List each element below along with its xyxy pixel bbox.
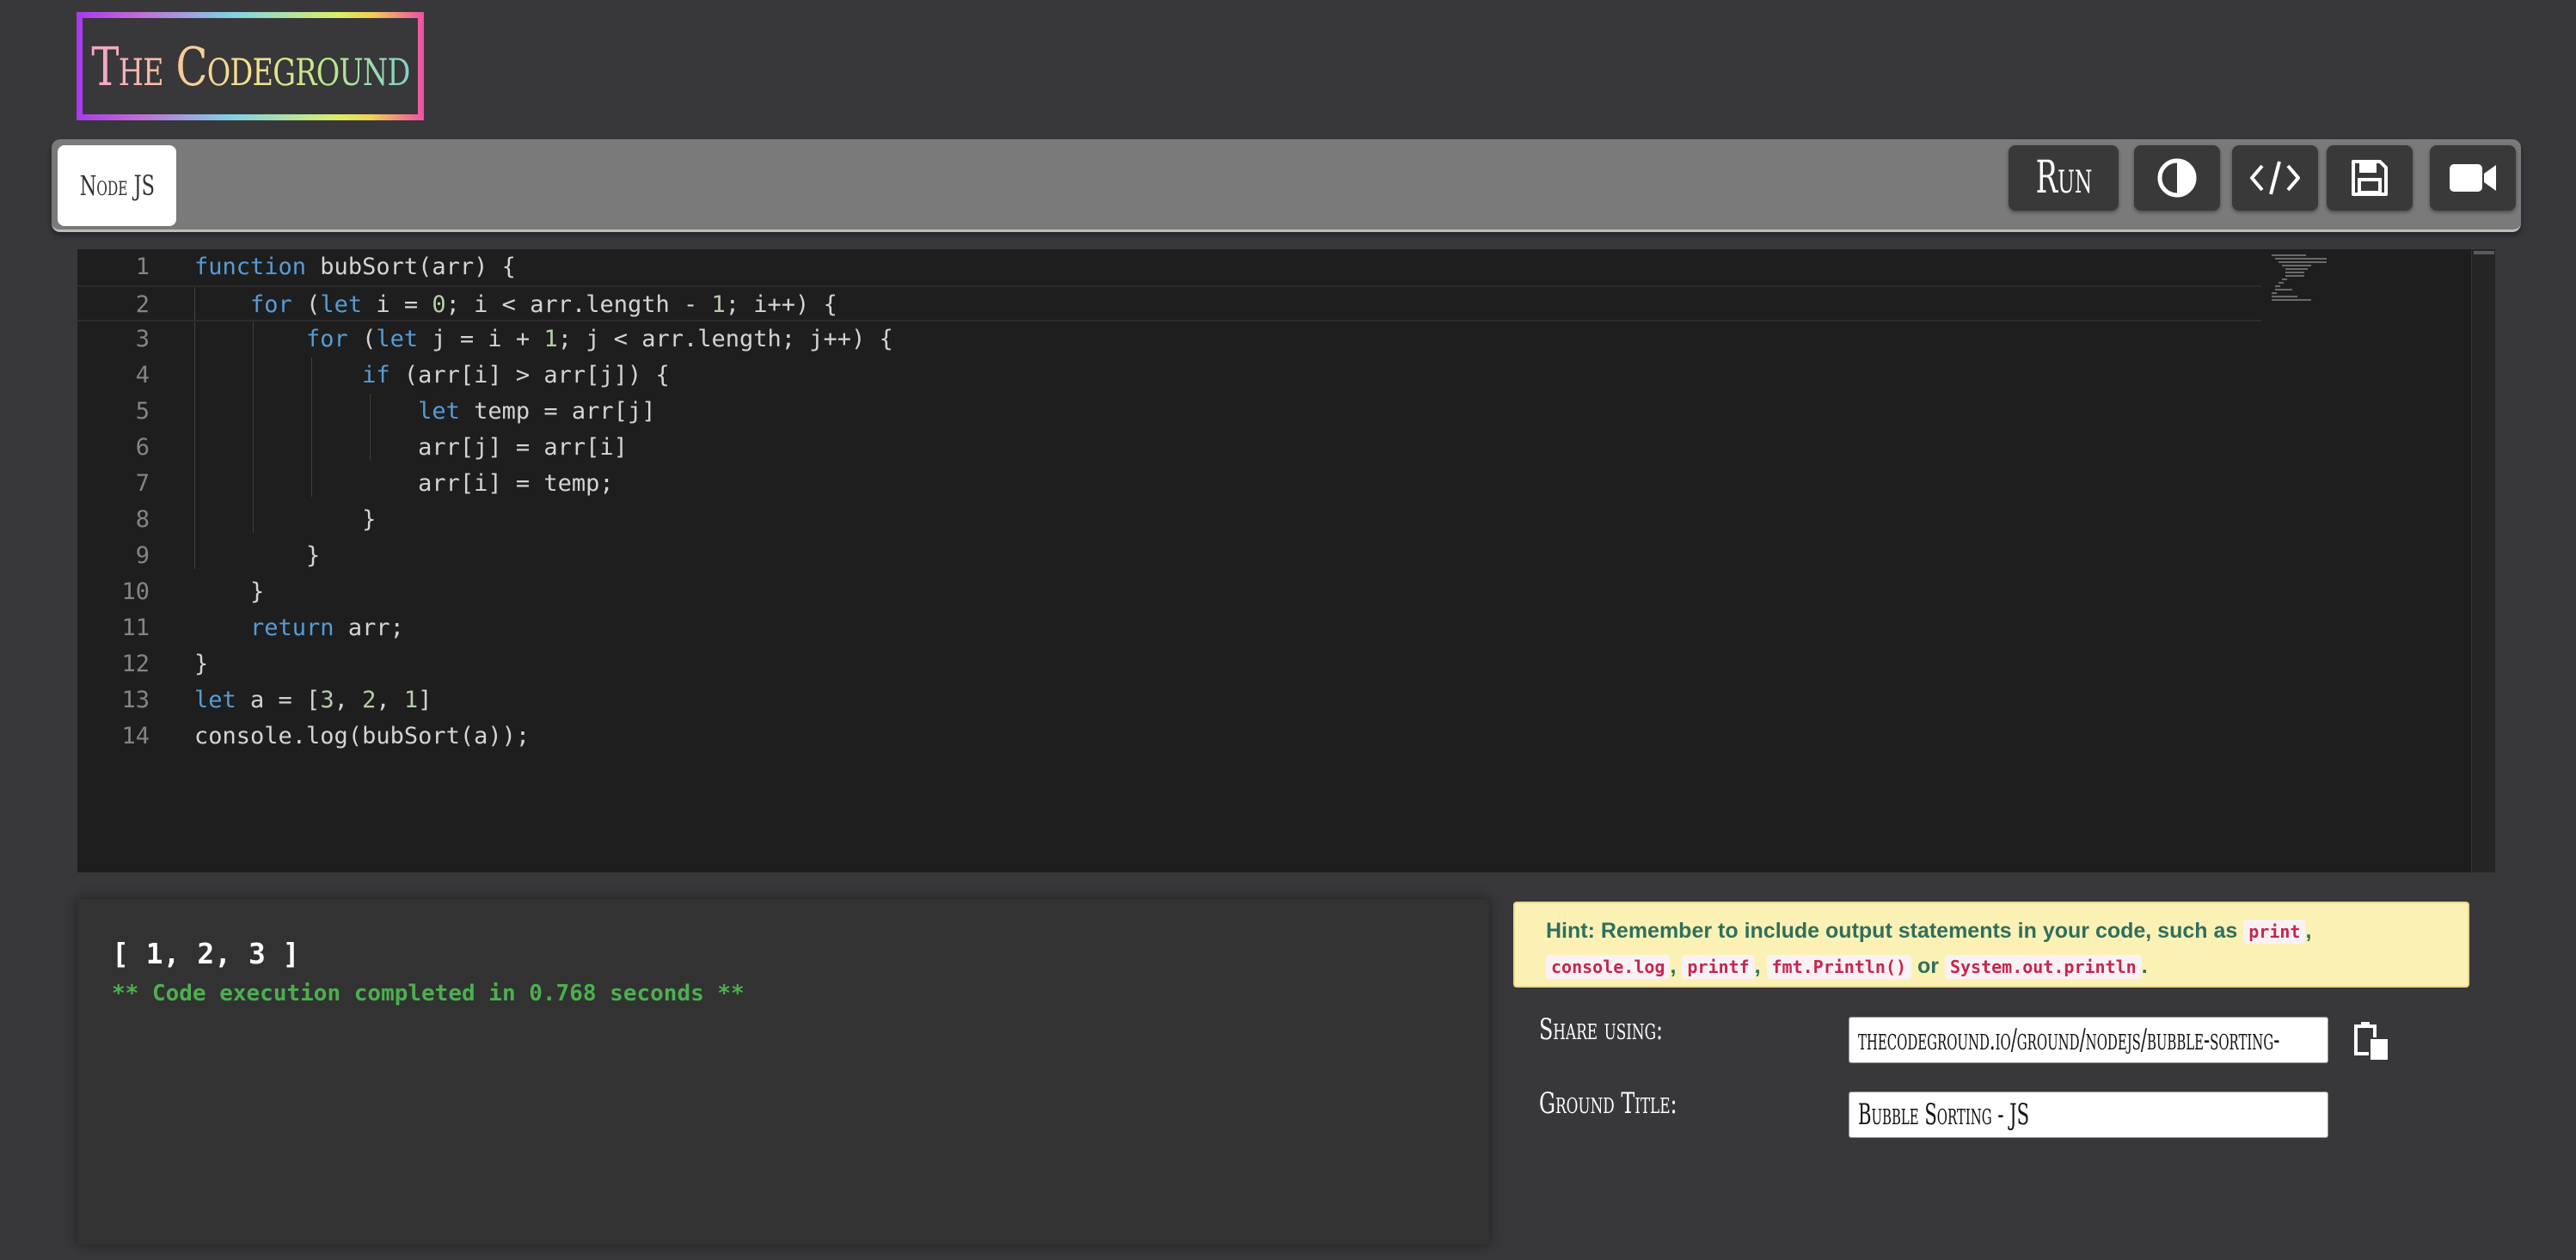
- code-line[interactable]: 1 function bubSort(arr) {: [77, 249, 2261, 285]
- code-line[interactable]: 10 }: [77, 574, 2261, 610]
- code-line[interactable]: 8 }: [77, 502, 2261, 538]
- code-line[interactable]: 4 if (arr[i] > arr[j]) {: [77, 358, 2261, 394]
- hint-text: Hint: Remember to include output stateme…: [1546, 919, 2238, 943]
- line-number: 14: [121, 723, 150, 749]
- minimap[interactable]: [2272, 253, 2366, 304]
- theme-toggle-button[interactable]: [2134, 145, 2220, 211]
- run-button[interactable]: Run: [2009, 145, 2119, 211]
- share-url-field[interactable]: thecodeground.io/ground/nodejs/bubble-so…: [1849, 1017, 2328, 1063]
- embed-code-button[interactable]: [2232, 145, 2318, 211]
- line-code: function bubSort(arr) {: [194, 254, 516, 280]
- output-panel: [ 1, 2, 3 ] ** Code execution completed …: [77, 899, 1489, 1245]
- execution-status: ** Code execution completed in 0.768 sec…: [112, 981, 745, 1006]
- hint-example-printf: printf: [1682, 955, 1755, 979]
- line-number: 13: [121, 687, 150, 713]
- copy-icon[interactable]: [2352, 1019, 2392, 1062]
- line-number: 11: [121, 615, 150, 641]
- line-code: }: [194, 506, 377, 533]
- line-number: 8: [135, 506, 150, 533]
- editor-scrollbar[interactable]: [2471, 249, 2495, 872]
- hint-example-system-out-println: System.out.println: [1944, 955, 2142, 979]
- output-result: [ 1, 2, 3 ]: [112, 937, 300, 970]
- hint-example-print: print: [2243, 920, 2306, 944]
- line-number: 12: [121, 651, 150, 677]
- line-code: console.log(bubSort(a));: [194, 723, 531, 749]
- app-logo[interactable]: The Codeground: [77, 12, 424, 120]
- hint-example-fmt-println: fmt.Println(): [1766, 955, 1912, 979]
- hint-example-console-log: console.log: [1546, 955, 1671, 979]
- app-title: The Codeground: [90, 34, 410, 98]
- line-code: return arr;: [250, 615, 404, 641]
- ground-title-value: Bubble Sorting - JS: [1858, 1098, 2030, 1132]
- line-number: 4: [135, 362, 150, 388]
- share-url-value: thecodeground.io/ground/nodejs/bubble-so…: [1858, 1023, 2280, 1057]
- hint-or: or: [1917, 954, 1940, 978]
- run-button-label: Run: [2035, 152, 2092, 204]
- save-button[interactable]: [2327, 145, 2413, 211]
- line-number: 10: [121, 578, 150, 605]
- share-label: Share using:: [1539, 1012, 1664, 1047]
- code-line[interactable]: 5 let temp = arr[j]: [77, 394, 2261, 430]
- code-line[interactable]: 3 for (let j = i + 1; j < arr.length; j+…: [77, 321, 2261, 358]
- code-line[interactable]: 14 console.log(bubSort(a));: [77, 719, 2261, 755]
- line-code: }: [194, 578, 265, 605]
- save-icon: [2352, 160, 2388, 196]
- line-number: 9: [135, 542, 150, 569]
- line-code: arr[j] = arr[i]: [194, 434, 628, 461]
- code-line[interactable]: 13 let a = [3, 2, 1]: [77, 682, 2261, 719]
- code-line[interactable]: 12}: [77, 646, 2261, 682]
- code-line[interactable]: 7 arr[i] = temp;: [77, 466, 2261, 502]
- line-number: 2: [135, 291, 150, 318]
- app-logo-frame: The Codeground: [83, 18, 418, 114]
- code-line[interactable]: 9 }: [77, 538, 2261, 574]
- toolbar: Node JS Run: [52, 139, 2521, 232]
- language-tab-label: Node JS: [79, 169, 155, 202]
- tab-language-nodejs[interactable]: Node JS: [58, 145, 176, 226]
- line-code: if (arr[i] > arr[j]) {: [362, 362, 670, 388]
- line-code: arr[i] = temp;: [194, 470, 614, 497]
- video-camera-icon: [2450, 164, 2496, 192]
- contrast-icon: [2157, 158, 2197, 198]
- code-line[interactable]: 6 arr[j] = arr[i]: [77, 430, 2261, 466]
- hint-box: Hint: Remember to include output stateme…: [1513, 902, 2469, 988]
- record-video-button[interactable]: [2430, 145, 2516, 211]
- line-code: }: [194, 651, 209, 677]
- line-code: let temp = arr[j]: [418, 398, 656, 425]
- code-editor[interactable]: 1 function bubSort(arr) { 2 for (let i = 0…: [77, 249, 2495, 872]
- code-line[interactable]: 11 return arr;: [77, 610, 2261, 646]
- line-code: for (let i = 0; i < arr.length - 1; i++)…: [250, 291, 837, 318]
- code-icon: [2250, 161, 2300, 195]
- code-line[interactable]: 2 for (let i = 0; i < arr.length - 1; i+…: [77, 285, 2261, 321]
- line-code: }: [194, 542, 321, 569]
- line-number: 1: [135, 254, 150, 280]
- ground-title-field[interactable]: Bubble Sorting - JS: [1849, 1092, 2328, 1138]
- scrollbar-thumb[interactable]: [2474, 251, 2494, 254]
- line-code: for (let j = i + 1; j < arr.length; j++)…: [306, 326, 893, 352]
- ground-title-label: Ground Title:: [1539, 1086, 1677, 1121]
- line-number: 5: [135, 398, 150, 425]
- line-number: 3: [135, 326, 150, 352]
- line-number: 7: [135, 470, 150, 497]
- line-number: 6: [135, 434, 150, 461]
- line-code: let a = [3, 2, 1]: [194, 687, 432, 713]
